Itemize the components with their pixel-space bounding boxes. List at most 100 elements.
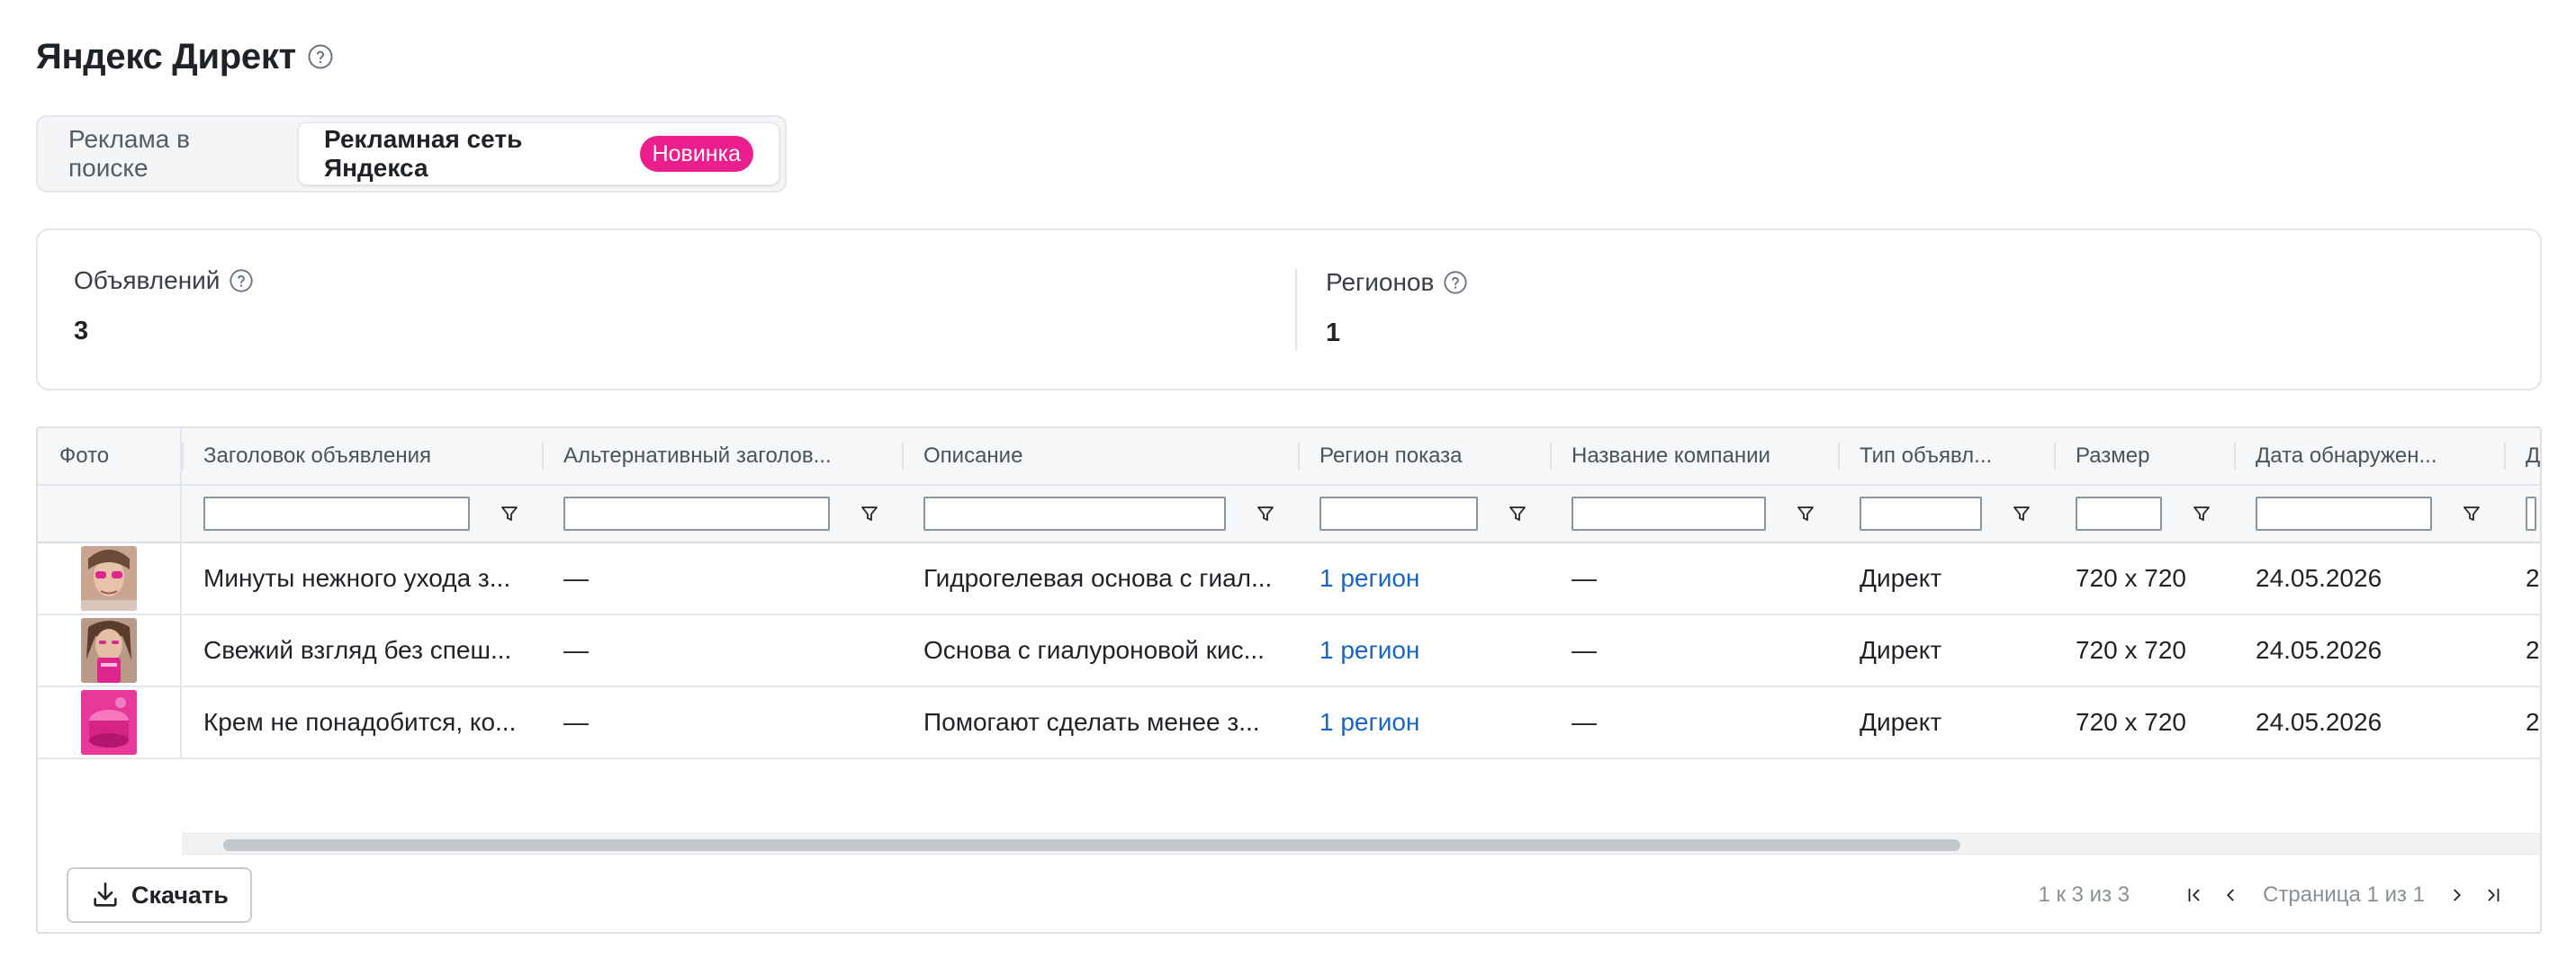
pagination: 1 к 3 из 3 Страница 1 из 1: [2038, 877, 2511, 913]
column-header-type[interactable]: Тип объявл...: [1838, 428, 2054, 484]
filter-cell-extra: [2504, 486, 2540, 542]
horizontal-scrollbar[interactable]: [182, 833, 2540, 855]
region-link[interactable]: 1 регион: [1320, 636, 1419, 665]
filter-icon[interactable]: [499, 503, 520, 524]
tab-search-ads[interactable]: Реклама в поиске: [43, 122, 298, 185]
filter-input-description[interactable]: [923, 497, 1226, 531]
download-button[interactable]: Скачать: [67, 867, 252, 923]
tab-yandex-ad-network[interactable]: Рекламная сеть Яндекса Новинка: [298, 122, 779, 185]
ad-size-cell: 720 x 720: [2076, 636, 2186, 664]
next-page-button[interactable]: [2439, 877, 2475, 913]
ad-region-cell: 1 регион: [1298, 615, 1550, 686]
column-header-date[interactable]: Дата обнаружен...: [2234, 428, 2504, 484]
ad-photo-cell: [38, 687, 182, 757]
filter-cell-company: [1550, 486, 1838, 542]
filter-cell-description: [902, 486, 1298, 542]
ad-description-cell: Гидрогелевая основа с гиал...: [923, 564, 1273, 592]
filter-icon[interactable]: [2461, 503, 2482, 524]
filter-icon[interactable]: [859, 503, 880, 524]
filter-icon[interactable]: [2011, 503, 2032, 524]
filter-input-type[interactable]: [1860, 497, 1982, 531]
ad-title-cell: Крем не понадобится, ко...: [203, 708, 517, 736]
first-page-button[interactable]: [2176, 877, 2212, 913]
first-page-icon: [2188, 888, 2200, 902]
column-header-region[interactable]: Регион показа: [1298, 428, 1550, 484]
column-header-title[interactable]: Заголовок объявления: [182, 428, 542, 484]
ad-photo-thumbnail[interactable]: [81, 690, 137, 755]
ad-region-cell: 1 регион: [1298, 543, 1550, 614]
ad-alt-title-cell: —: [563, 708, 589, 736]
ad-size-cell: 720 x 720: [2076, 708, 2186, 736]
scrollbar-thumb[interactable]: [223, 839, 1960, 851]
table-footer: Скачать 1 к 3 из 3 Страница 1 из 1: [38, 856, 2540, 932]
filter-input-title[interactable]: [203, 497, 470, 531]
column-header-company[interactable]: Название компании: [1550, 428, 1838, 484]
ad-extra-cell: 2: [2526, 564, 2540, 592]
tab-label: Реклама в поиске: [68, 125, 190, 182]
table-row[interactable]: Крем не понадобится, ко... — Помогают сд…: [38, 687, 2540, 759]
stat-regions-value: 1: [1326, 318, 1341, 347]
stat-ads: Объявлений 3: [38, 230, 1295, 389]
column-header-extra[interactable]: Д: [2504, 428, 2540, 484]
tab-switcher: Реклама в поиске Рекламная сеть Яндекса …: [36, 115, 787, 193]
ad-title-cell: Минуты нежного ухода з...: [203, 564, 511, 592]
filter-icon[interactable]: [1507, 503, 1528, 524]
filter-icon[interactable]: [1255, 503, 1276, 524]
filter-input-company[interactable]: [1572, 497, 1766, 531]
table-viewport: Фото Заголовок объявления Альтернативный…: [38, 428, 2540, 833]
download-label: Скачать: [131, 881, 229, 909]
ad-photo-thumbnail[interactable]: [81, 618, 137, 683]
ad-type-cell: Директ: [1860, 636, 1942, 664]
stat-label: Регионов: [1326, 268, 2511, 297]
ad-photo-thumbnail[interactable]: [81, 546, 137, 611]
stats-panel: Объявлений 3 Регионов 1: [36, 229, 2542, 390]
filter-cell-title: [182, 486, 542, 542]
help-icon[interactable]: [307, 43, 334, 70]
filter-cell-date: [2234, 486, 2504, 542]
ad-photo-cell: [38, 615, 182, 686]
column-header-alt-title[interactable]: Альтернативный заголов...: [542, 428, 902, 484]
region-link[interactable]: 1 регион: [1320, 564, 1419, 593]
filter-icon[interactable]: [2191, 503, 2212, 524]
ad-date-cell: 24.05.2026: [2256, 564, 2382, 592]
column-header-size[interactable]: Размер: [2054, 428, 2234, 484]
stat-ads-value: 3: [74, 317, 89, 345]
filter-input-region[interactable]: [1320, 497, 1478, 531]
ad-company-cell: —: [1572, 636, 1597, 664]
ad-description-cell: Помогают сделать менее з...: [923, 708, 1260, 736]
ad-type-cell: Директ: [1860, 564, 1942, 592]
filter-cell-region: [1298, 486, 1550, 542]
table-filter-row: [38, 486, 2540, 543]
filter-input-size[interactable]: [2076, 497, 2162, 531]
ad-date-cell: 24.05.2026: [2256, 636, 2382, 664]
stat-ads-label: Объявлений: [74, 266, 221, 294]
filter-input-date[interactable]: [2256, 497, 2432, 531]
last-page-button[interactable]: [2475, 877, 2511, 913]
ad-extra-cell: 2: [2526, 636, 2540, 664]
ad-company-cell: —: [1572, 708, 1597, 736]
filter-input-alt-title[interactable]: [563, 497, 830, 531]
ad-alt-title-cell: —: [563, 636, 589, 664]
ad-company-cell: —: [1572, 564, 1597, 592]
help-icon[interactable]: [229, 268, 254, 293]
ad-photo-cell: [38, 543, 182, 614]
stat-regions-label: Регионов: [1326, 268, 1435, 296]
last-page-icon: [2488, 888, 2499, 902]
column-header-description[interactable]: Описание: [902, 428, 1298, 484]
ad-description-cell: Основа с гиалуроновой кис...: [923, 636, 1265, 664]
region-link[interactable]: 1 регион: [1320, 708, 1419, 737]
table-row[interactable]: Свежий взгляд без спеш... — Основа с гиа…: [38, 615, 2540, 687]
filter-input-extra[interactable]: [2526, 497, 2536, 531]
ad-type-cell: Директ: [1860, 708, 1942, 736]
ad-extra-cell: 2: [2526, 708, 2540, 736]
column-header-photo[interactable]: Фото: [38, 428, 182, 484]
next-page-icon: [2454, 889, 2461, 901]
filter-cell-size: [2054, 486, 2234, 542]
pagination-summary: 1 к 3 из 3: [2038, 883, 2130, 907]
filter-icon[interactable]: [1795, 503, 1816, 524]
stat-regions: Регионов 1: [1295, 268, 2540, 351]
filter-cell-empty: [38, 486, 182, 542]
prev-page-button[interactable]: [2212, 877, 2248, 913]
help-icon[interactable]: [1443, 270, 1468, 295]
table-row[interactable]: Минуты нежного ухода з... — Гидрогелевая…: [38, 543, 2540, 615]
